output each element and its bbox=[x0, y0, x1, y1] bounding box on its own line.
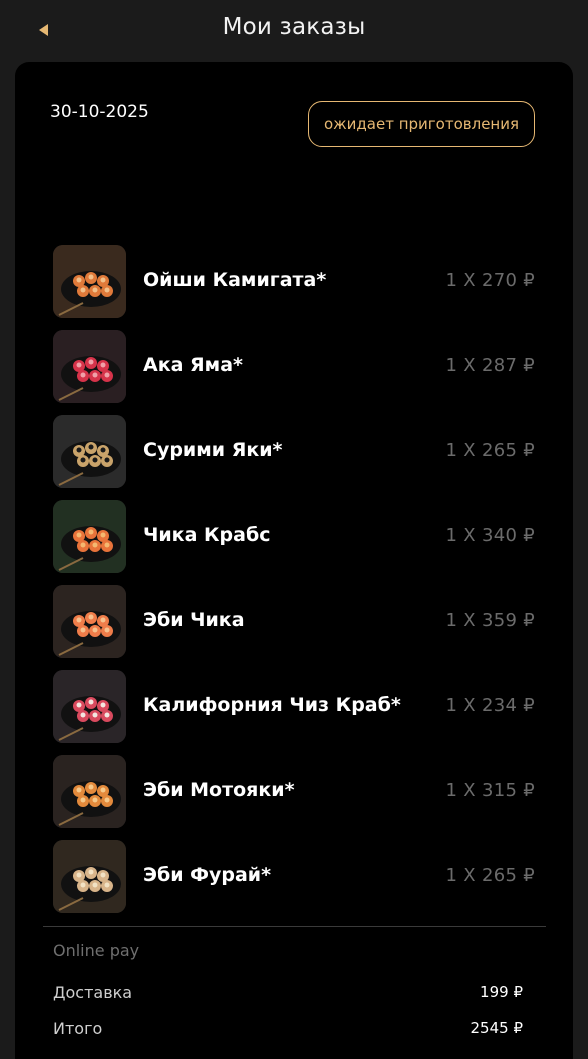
item-name: Эби Мотояки* bbox=[143, 779, 295, 801]
list-item[interactable]: Сурими Яки* 1 X 265 ₽ bbox=[15, 415, 573, 500]
item-quantity-price: 1 X 359 ₽ bbox=[445, 610, 535, 631]
item-name: Сурими Яки* bbox=[143, 439, 283, 461]
sushi-icon bbox=[53, 245, 126, 318]
divider bbox=[43, 926, 546, 927]
order-card: 30-10-2025 ожидает приготовления Ойши Ка… bbox=[15, 62, 573, 1059]
header: Мои заказы bbox=[0, 0, 588, 60]
product-image bbox=[53, 500, 126, 573]
item-quantity-price: 1 X 340 ₽ bbox=[445, 525, 535, 546]
list-item[interactable]: Ака Яма* 1 X 287 ₽ bbox=[15, 330, 573, 415]
list-item[interactable]: Ойши Камигата* 1 X 270 ₽ bbox=[15, 245, 573, 330]
product-image bbox=[53, 755, 126, 828]
payment-method: Online pay bbox=[53, 941, 140, 960]
item-name: Ака Яма* bbox=[143, 354, 243, 376]
order-items-list: Ойши Камигата* 1 X 270 ₽ Ака Яма* 1 X 28… bbox=[15, 245, 573, 925]
item-name: Чика Крабс bbox=[143, 524, 271, 546]
item-name: Калифорния Чиз Краб* bbox=[143, 694, 401, 716]
sushi-icon bbox=[53, 585, 126, 658]
page-title: Мои заказы bbox=[222, 14, 366, 40]
item-name: Ойши Камигата* bbox=[143, 269, 327, 291]
orders-screen: Мои заказы 30-10-2025 ожидает приготовле… bbox=[0, 0, 588, 1059]
product-image bbox=[53, 670, 126, 743]
sushi-icon bbox=[53, 755, 126, 828]
sushi-icon bbox=[53, 500, 126, 573]
item-quantity-price: 1 X 265 ₽ bbox=[445, 865, 535, 886]
item-quantity-price: 1 X 287 ₽ bbox=[445, 355, 535, 376]
total-row: Итого 2545 ₽ bbox=[53, 1019, 523, 1041]
sushi-icon bbox=[53, 670, 126, 743]
total-value: 2545 ₽ bbox=[470, 1019, 524, 1037]
product-image bbox=[53, 330, 126, 403]
sushi-icon bbox=[53, 330, 126, 403]
item-quantity-price: 1 X 265 ₽ bbox=[445, 440, 535, 461]
item-name: Эби Чика bbox=[143, 609, 245, 631]
list-item[interactable]: Эби Фурай* 1 X 265 ₽ bbox=[15, 840, 573, 925]
product-image bbox=[53, 245, 126, 318]
product-image bbox=[53, 585, 126, 658]
delivery-value: 199 ₽ bbox=[480, 983, 523, 1001]
delivery-label: Доставка bbox=[53, 983, 133, 1002]
product-image bbox=[53, 415, 126, 488]
delivery-row: Доставка 199 ₽ bbox=[53, 983, 523, 1005]
status-badge[interactable]: ожидает приготовления bbox=[308, 101, 535, 147]
list-item[interactable]: Чика Крабс 1 X 340 ₽ bbox=[15, 500, 573, 585]
list-item[interactable]: Эби Мотояки* 1 X 315 ₽ bbox=[15, 755, 573, 840]
product-image bbox=[53, 840, 126, 913]
sushi-icon bbox=[53, 840, 126, 913]
item-quantity-price: 1 X 234 ₽ bbox=[445, 695, 535, 716]
total-label: Итого bbox=[53, 1019, 103, 1038]
item-quantity-price: 1 X 315 ₽ bbox=[445, 780, 535, 801]
list-item[interactable]: Эби Чика 1 X 359 ₽ bbox=[15, 585, 573, 670]
item-quantity-price: 1 X 270 ₽ bbox=[445, 270, 535, 291]
sushi-icon bbox=[53, 415, 126, 488]
order-date: 30-10-2025 bbox=[50, 102, 149, 122]
item-name: Эби Фурай* bbox=[143, 864, 272, 886]
list-item[interactable]: Калифорния Чиз Краб* 1 X 234 ₽ bbox=[15, 670, 573, 755]
